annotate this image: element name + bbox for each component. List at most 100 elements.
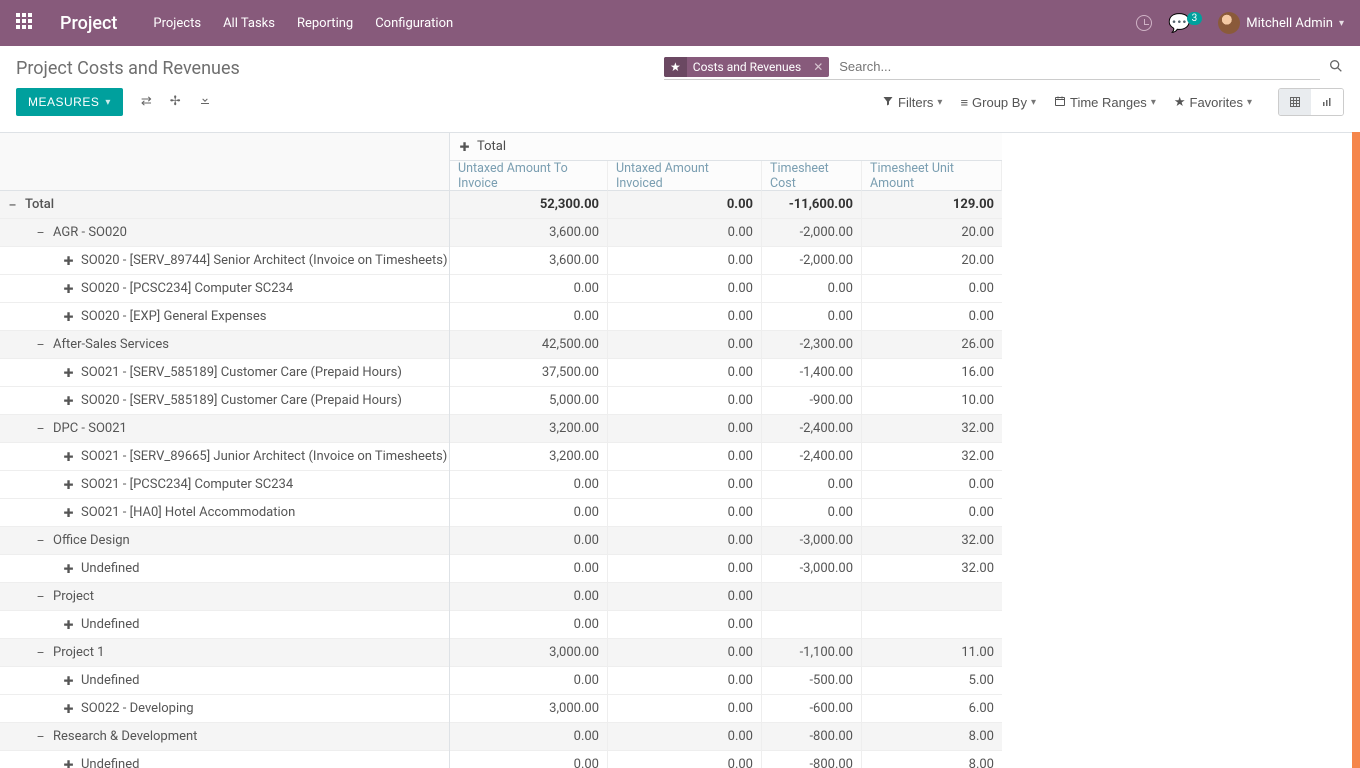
pivot-row-header[interactable]: –Project bbox=[0, 583, 449, 611]
nav-item-configuration[interactable]: Configuration bbox=[375, 16, 453, 31]
pivot-row-header[interactable]: ✚SO022 - Developing bbox=[0, 695, 449, 723]
nav-item-alltasks[interactable]: All Tasks bbox=[223, 16, 275, 31]
col-head[interactable]: Untaxed Amount To Invoice bbox=[450, 161, 608, 191]
pivot-row-label: Undefined bbox=[81, 673, 139, 688]
graph-view-button[interactable] bbox=[1311, 89, 1343, 115]
pivot-row-label: Office Design bbox=[53, 533, 130, 548]
pivot-cell bbox=[862, 611, 1002, 638]
search-input[interactable] bbox=[835, 56, 1320, 77]
pivot-cell: 3,600.00 bbox=[450, 219, 608, 246]
favorites-button[interactable]: ★ Favorites ▾ bbox=[1168, 90, 1258, 114]
nav-menu: Projects All Tasks Reporting Configurati… bbox=[153, 16, 453, 31]
pivot-cell: 37,500.00 bbox=[450, 359, 608, 386]
chat-button[interactable]: 💬 3 bbox=[1168, 13, 1202, 34]
clock-icon[interactable] bbox=[1136, 15, 1152, 31]
nav-item-reporting[interactable]: Reporting bbox=[297, 16, 353, 31]
pivot-row-header[interactable]: –Research & Development bbox=[0, 723, 449, 751]
facet-close-icon[interactable]: ✕ bbox=[807, 57, 829, 77]
pivot-cell: 3,000.00 bbox=[450, 695, 608, 722]
pivot-data-row: 0.000.000.000.00 bbox=[450, 303, 1002, 331]
measures-button[interactable]: MEASURES ▾ bbox=[16, 88, 123, 116]
pivot-cell: -2,000.00 bbox=[762, 219, 862, 246]
pivot-data-row: 3,200.000.00-2,400.0032.00 bbox=[450, 415, 1002, 443]
expand-icon[interactable]: ✢ bbox=[170, 94, 181, 110]
pivot-row-header[interactable]: ✚Undefined bbox=[0, 611, 449, 639]
pivot-cell: 0.00 bbox=[608, 359, 762, 386]
toolbar-icons: ⇄ ✢ bbox=[141, 94, 211, 110]
control-bar: Project Costs and Revenues ★ Costs and R… bbox=[0, 46, 1360, 120]
minus-icon: – bbox=[34, 534, 47, 547]
pivot-cell: 0.00 bbox=[450, 499, 608, 526]
pivot-data-row: 3,000.000.00-1,100.0011.00 bbox=[450, 639, 1002, 667]
apps-icon[interactable] bbox=[16, 13, 36, 33]
pivot-cell: 0.00 bbox=[762, 275, 862, 302]
pivot-cell: 0.00 bbox=[608, 387, 762, 414]
pivot-row-header[interactable]: ✚Undefined bbox=[0, 751, 449, 768]
pivot-data-row: 0.000.00-800.008.00 bbox=[450, 723, 1002, 751]
pivot-cell: 0.00 bbox=[862, 471, 1002, 498]
timeranges-button[interactable]: Time Ranges ▾ bbox=[1048, 91, 1162, 114]
pivot-row-header[interactable]: –Office Design bbox=[0, 527, 449, 555]
pivot-data-row: 0.000.00-500.005.00 bbox=[450, 667, 1002, 695]
pivot-row-header[interactable]: –AGR - SO020 bbox=[0, 219, 449, 247]
pivot-data-row: 0.000.000.000.00 bbox=[450, 275, 1002, 303]
pivot-cell: 0.00 bbox=[862, 499, 1002, 526]
pivot-row-header[interactable]: –DPC - SO021 bbox=[0, 415, 449, 443]
pivot-row-header[interactable]: –Project 1 bbox=[0, 639, 449, 667]
pivot-row-header[interactable]: –After-Sales Services bbox=[0, 331, 449, 359]
download-icon[interactable] bbox=[199, 94, 211, 110]
nav-item-projects[interactable]: Projects bbox=[153, 16, 201, 31]
pivot-row-header[interactable]: –Total bbox=[0, 191, 449, 219]
pivot-row-header[interactable]: ✚SO020 - [SERV_89744] Senior Architect (… bbox=[0, 247, 449, 275]
pivot-cell: -3,000.00 bbox=[762, 527, 862, 554]
pivot-cell: 0.00 bbox=[762, 499, 862, 526]
pivot-row-header[interactable]: ✚SO021 - [SERV_585189] Customer Care (Pr… bbox=[0, 359, 449, 387]
pivot-row-header[interactable]: ✚ SO021 - [HA0] Hotel Accommodation bbox=[0, 499, 449, 527]
pivot-row-label: Undefined bbox=[81, 561, 139, 576]
flip-axis-icon[interactable]: ⇄ bbox=[141, 94, 152, 110]
pivot-row-header[interactable]: ✚SO020 - [EXP] General Expenses bbox=[0, 303, 449, 331]
scrollbar-track[interactable] bbox=[1352, 132, 1360, 768]
pivot-cell: 26.00 bbox=[862, 331, 1002, 358]
pivot-cell: 0.00 bbox=[608, 471, 762, 498]
pivot-row-label: SO021 - [HA0] Hotel Accommodation bbox=[81, 505, 295, 520]
pivot-cell: 3,000.00 bbox=[450, 639, 608, 666]
caret-down-icon: ▾ bbox=[105, 97, 111, 108]
pivot-cell: 52,300.00 bbox=[450, 191, 608, 218]
plus-icon: ✚ bbox=[62, 674, 75, 687]
pivot-row-header[interactable]: ✚Undefined bbox=[0, 555, 449, 583]
filters-button[interactable]: Filters ▾ bbox=[876, 91, 948, 114]
pivot-row-header[interactable]: ✚SO021 - [PCSC234] Computer SC234 bbox=[0, 471, 449, 499]
plus-icon: ✚ bbox=[62, 310, 75, 323]
pivot-col-total[interactable]: ✚ Total bbox=[450, 133, 1002, 161]
pivot-cell: 0.00 bbox=[608, 611, 762, 638]
pivot-data-row: 5,000.000.00-900.0010.00 bbox=[450, 387, 1002, 415]
pivot-cell: 0.00 bbox=[450, 583, 608, 610]
pivot-data-row: 0.000.000.000.00 bbox=[450, 471, 1002, 499]
pivot-cell: 0.00 bbox=[608, 555, 762, 582]
groupby-button[interactable]: ≡ Group By ▾ bbox=[954, 91, 1042, 114]
pivot-view-button[interactable] bbox=[1279, 89, 1311, 115]
pivot-row-header[interactable]: ✚SO021 - [SERV_89665] Junior Architect (… bbox=[0, 443, 449, 471]
search-icon[interactable] bbox=[1328, 58, 1344, 78]
pivot-row-header[interactable]: ✚SO020 - [SERV_585189] Customer Care (Pr… bbox=[0, 387, 449, 415]
pivot-cell: -2,400.00 bbox=[762, 443, 862, 470]
pivot-row-header[interactable]: ✚SO020 - [PCSC234] Computer SC234 bbox=[0, 275, 449, 303]
col-head[interactable]: Timesheet Unit Amount bbox=[862, 161, 1002, 191]
col-head[interactable]: Untaxed Amount Invoiced bbox=[608, 161, 762, 191]
pivot-data-row: 52,300.000.00-11,600.00129.00 bbox=[450, 191, 1002, 219]
plus-icon: ✚ bbox=[62, 282, 75, 295]
star-icon: ★ bbox=[664, 57, 687, 77]
list-icon: ≡ bbox=[960, 95, 968, 110]
pivot-cell: 16.00 bbox=[862, 359, 1002, 386]
funnel-icon bbox=[882, 95, 894, 110]
user-menu[interactable]: Mitchell Admin ▾ bbox=[1218, 12, 1344, 34]
col-head[interactable]: Timesheet Cost bbox=[762, 161, 862, 191]
plus-icon: ✚ bbox=[62, 506, 75, 519]
pivot-cell: 5,000.00 bbox=[450, 387, 608, 414]
pivot-cell: 0.00 bbox=[450, 471, 608, 498]
app-brand[interactable]: Project bbox=[60, 13, 117, 34]
minus-icon: – bbox=[34, 646, 47, 659]
minus-icon: – bbox=[34, 590, 47, 603]
pivot-row-header[interactable]: ✚ Undefined bbox=[0, 667, 449, 695]
